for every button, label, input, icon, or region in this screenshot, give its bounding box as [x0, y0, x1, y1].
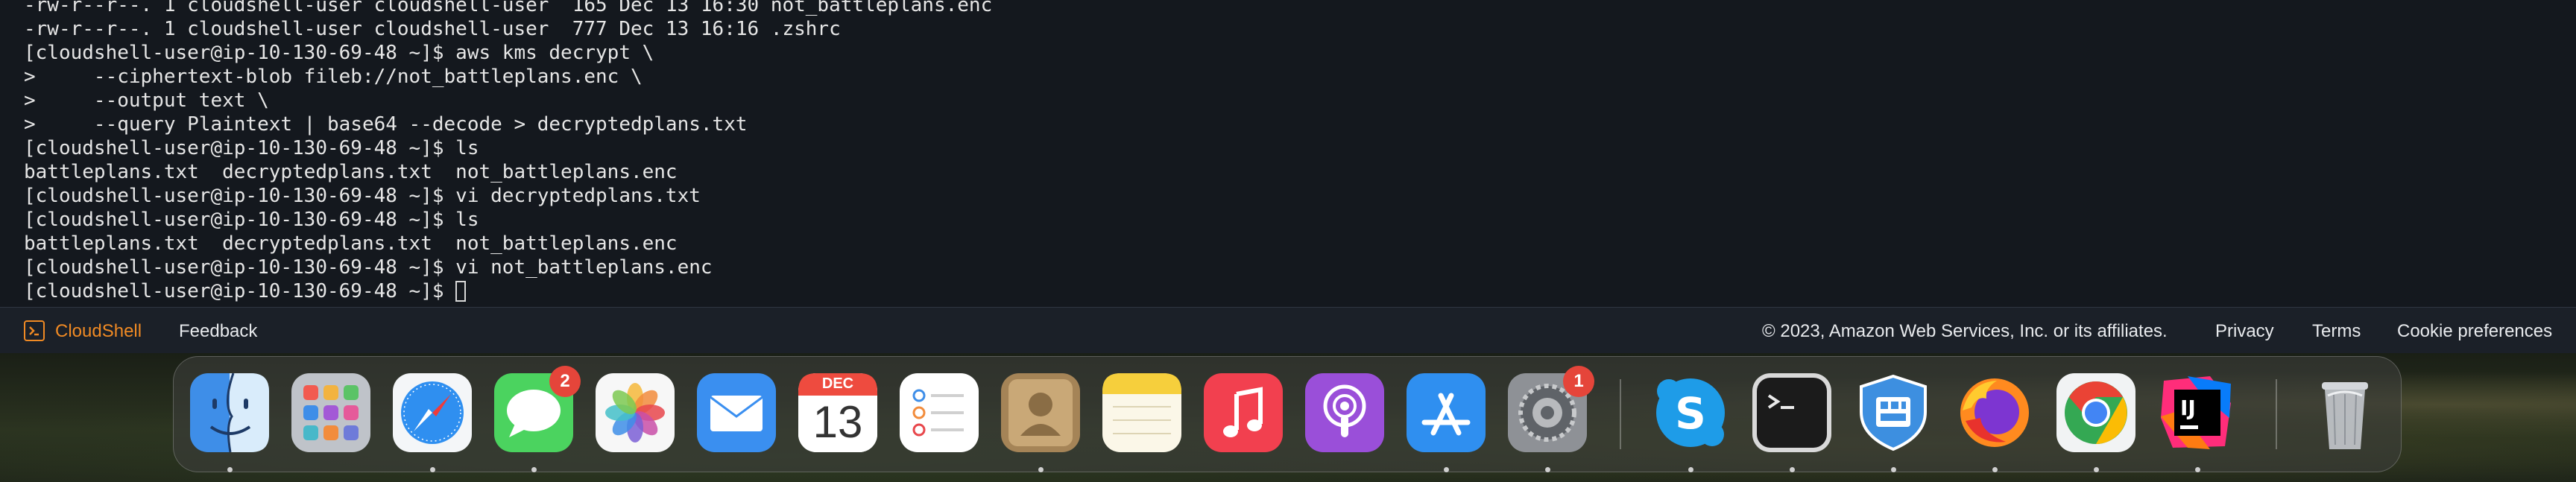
- app-store-icon[interactable]: [1407, 373, 1486, 452]
- calendar-icon[interactable]: DEC 13: [798, 373, 877, 452]
- notes-icon[interactable]: [1102, 373, 1181, 452]
- dock-separator: [1620, 379, 1621, 449]
- terminal-line: [cloudshell-user@ip-10-130-69-48 ~]$ aws…: [24, 42, 654, 64]
- terminal-line: -rw-r--r--. 1 cloudshell-user cloudshell…: [24, 0, 993, 16]
- terminal-line: [cloudshell-user@ip-10-130-69-48 ~]$ ls: [24, 209, 479, 231]
- terminal-line: [cloudshell-user@ip-10-130-69-48 ~]$ ls: [24, 137, 479, 159]
- terminal-line: [cloudshell-user@ip-10-130-69-48 ~]$ vi …: [24, 185, 701, 207]
- launchpad-icon[interactable]: [291, 373, 370, 452]
- terminal-prompt: [cloudshell-user@ip-10-130-69-48 ~]$: [24, 280, 456, 302]
- notification-badge: 2: [549, 366, 581, 397]
- terminal-line: > --output text \: [24, 89, 269, 112]
- terminal-line: [cloudshell-user@ip-10-130-69-48 ~]$ vi …: [24, 256, 713, 279]
- calendar-month: DEC: [821, 375, 854, 392]
- firefox-icon[interactable]: [1955, 373, 2034, 452]
- system-settings-icon[interactable]: 1: [1508, 366, 1594, 452]
- reminders-icon[interactable]: [900, 373, 979, 452]
- running-indicator: [1688, 467, 1693, 472]
- terminal-line: battleplans.txt decryptedplans.txt not_b…: [24, 232, 678, 255]
- running-indicator: [2094, 467, 2099, 472]
- terminal-prompt-line[interactable]: [cloudshell-user@ip-10-130-69-48 ~]$: [24, 279, 992, 303]
- running-indicator: [1038, 467, 1044, 472]
- photos-icon[interactable]: [596, 373, 675, 452]
- terminal-icon[interactable]: [1752, 373, 1831, 452]
- terms-link[interactable]: Terms: [2312, 321, 2361, 342]
- cloudshell-terminal[interactable]: -rw-r--r--. 1 cloudshell-user cloudshell…: [0, 0, 2576, 307]
- copyright-text: © 2023, Amazon Web Services, Inc. or its…: [1762, 321, 2168, 341]
- trash-icon[interactable]: [2305, 373, 2384, 452]
- running-indicator: [1992, 467, 1998, 472]
- svg-text:S: S: [1675, 388, 1706, 439]
- running-indicator: [2195, 467, 2200, 472]
- privacy-link[interactable]: Privacy: [2215, 321, 2274, 342]
- cookie-preferences-link[interactable]: Cookie preferences: [2397, 321, 2552, 342]
- cloudshell-icon[interactable]: [24, 320, 45, 341]
- safari-icon[interactable]: [393, 373, 472, 452]
- terminal-line: > --query Plaintext | base64 --decode > …: [24, 113, 748, 136]
- chrome-icon[interactable]: [2056, 373, 2135, 452]
- intellij-icon[interactable]: IJ: [2158, 373, 2237, 452]
- running-indicator: [1891, 467, 1896, 472]
- messages-icon[interactable]: 2: [494, 366, 581, 452]
- macos-dock: 2 DEC 13 1 S IJ: [173, 356, 2402, 472]
- vpn-shield-icon[interactable]: [1854, 373, 1933, 452]
- running-indicator: [531, 467, 537, 472]
- running-indicator: [1444, 467, 1449, 472]
- running-indicator: [430, 467, 435, 472]
- terminal-line: battleplans.txt decryptedplans.txt not_b…: [24, 161, 678, 183]
- running-indicator: [1790, 467, 1795, 472]
- music-icon[interactable]: [1204, 373, 1283, 452]
- dock-separator: [2276, 379, 2277, 449]
- terminal-line: > --ciphertext-blob fileb://not_battlepl…: [24, 66, 643, 88]
- calendar-day: 13: [812, 397, 863, 447]
- svg-text:IJ: IJ: [2180, 396, 2196, 420]
- notification-badge: 1: [1563, 366, 1594, 397]
- skype-icon[interactable]: S: [1651, 373, 1730, 452]
- running-indicator: [1545, 467, 1550, 472]
- contacts-icon[interactable]: [1001, 373, 1080, 452]
- cloudshell-footer: CloudShell Feedback © 2023, Amazon Web S…: [0, 307, 2576, 354]
- mail-icon[interactable]: [697, 373, 776, 452]
- terminal-cursor: [455, 281, 467, 302]
- finder-icon[interactable]: [190, 373, 269, 452]
- terminal-line: -rw-r--r--. 1 cloudshell-user cloudshell…: [24, 18, 841, 40]
- terminal-output: -rw-r--r--. 1 cloudshell-user cloudshell…: [24, 0, 992, 303]
- cloudshell-button[interactable]: CloudShell: [55, 321, 142, 342]
- running-indicator: [227, 467, 233, 472]
- podcasts-icon[interactable]: [1305, 373, 1384, 452]
- feedback-link[interactable]: Feedback: [179, 321, 257, 342]
